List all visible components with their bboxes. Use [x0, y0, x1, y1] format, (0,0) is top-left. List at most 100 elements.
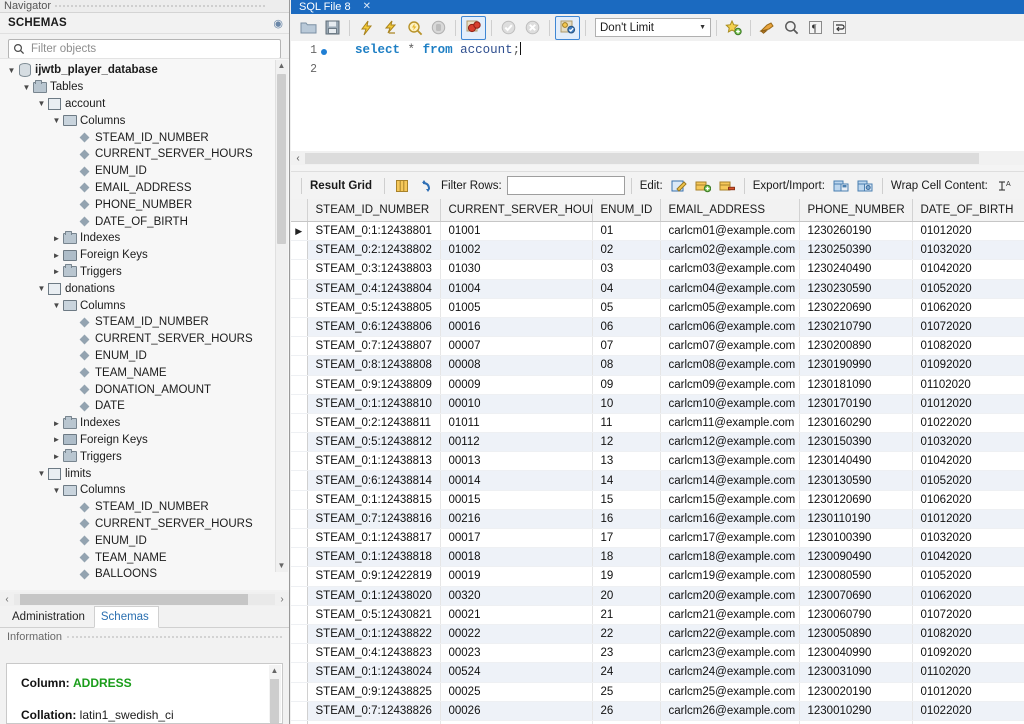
- tree-node-limits[interactable]: ▼limits: [0, 465, 289, 482]
- tree-node-current-server-hours[interactable]: CURRENT_SERVER_HOURS: [0, 146, 289, 163]
- explain-query-icon[interactable]: [403, 17, 426, 39]
- table-cell[interactable]: 1230170190: [799, 394, 912, 413]
- table-cell[interactable]: STEAM_0:5:12430821: [307, 605, 440, 624]
- beautify-query-icon[interactable]: [756, 17, 779, 39]
- tree-twisty-icon[interactable]: ▼: [21, 83, 32, 92]
- table-cell[interactable]: 01042020: [912, 260, 1024, 279]
- table-row[interactable]: STEAM_0:3:124388030103003carlcm03@exampl…: [291, 260, 1024, 279]
- export-recordset-icon[interactable]: [830, 176, 852, 196]
- tree-node-tables[interactable]: ▼Tables: [0, 79, 289, 96]
- table-cell[interactable]: 00018: [440, 548, 592, 567]
- table-cell[interactable]: 01062020: [912, 490, 1024, 509]
- table-cell[interactable]: STEAM_0:7:12438816: [307, 509, 440, 528]
- row-selector[interactable]: [291, 490, 307, 509]
- table-cell[interactable]: 1230210790: [799, 317, 912, 336]
- table-cell[interactable]: carlcm24@example.com: [660, 663, 799, 682]
- tree-twisty-icon[interactable]: ►: [51, 452, 62, 461]
- table-cell[interactable]: STEAM_0:9:12438809: [307, 375, 440, 394]
- table-cell[interactable]: STEAM_0:9:12438825: [307, 682, 440, 701]
- table-cell[interactable]: 15: [592, 490, 660, 509]
- table-cell[interactable]: 05: [592, 298, 660, 317]
- row-selector[interactable]: [291, 337, 307, 356]
- row-selector[interactable]: [291, 471, 307, 490]
- find-icon[interactable]: [780, 17, 803, 39]
- table-cell[interactable]: 01062020: [912, 298, 1024, 317]
- tree-node-enum-id[interactable]: ENUM_ID: [0, 348, 289, 365]
- table-row[interactable]: STEAM_0:7:124388160021616carlcm16@exampl…: [291, 509, 1024, 528]
- editor-code-line[interactable]: select * from account;: [333, 41, 1024, 60]
- table-cell[interactable]: 00320: [440, 586, 592, 605]
- table-cell[interactable]: 01032020: [912, 433, 1024, 452]
- table-cell[interactable]: STEAM_0:2:12438802: [307, 241, 440, 260]
- table-cell[interactable]: carlcm23@example.com: [660, 644, 799, 663]
- execute-current-statement-icon[interactable]: [379, 17, 402, 39]
- table-cell[interactable]: 01011: [440, 413, 592, 432]
- hscroll-track[interactable]: [14, 594, 275, 605]
- toggle-autocommit-icon[interactable]: [555, 16, 580, 40]
- table-cell-null[interactable]: NULL: [440, 720, 592, 724]
- table-cell[interactable]: carlcm07@example.com: [660, 337, 799, 356]
- table-cell[interactable]: 00010: [440, 394, 592, 413]
- table-cell[interactable]: 1230190990: [799, 356, 912, 375]
- table-cell[interactable]: 00112: [440, 433, 592, 452]
- table-cell[interactable]: 01072020: [912, 605, 1024, 624]
- table-row[interactable]: STEAM_0:4:124388230002323carlcm23@exampl…: [291, 644, 1024, 663]
- tree-vertical-scrollbar[interactable]: ▲ ▼: [275, 60, 288, 572]
- table-cell[interactable]: 1230020190: [799, 682, 912, 701]
- tree-horizontal-scrollbar[interactable]: ‹ ›: [0, 592, 289, 606]
- table-row[interactable]: STEAM_0:1:124388170001717carlcm17@exampl…: [291, 529, 1024, 548]
- table-cell[interactable]: 07: [592, 337, 660, 356]
- table-row[interactable]: STEAM_0:6:124388060001606carlcm06@exampl…: [291, 317, 1024, 336]
- tree-node-columns[interactable]: ▼Columns: [0, 112, 289, 129]
- table-cell[interactable]: 23: [592, 644, 660, 663]
- scroll-right-icon[interactable]: ›: [275, 594, 289, 605]
- table-cell[interactable]: 1230260190: [799, 222, 912, 241]
- table-row[interactable]: STEAM_0:4:124388040100404carlcm04@exampl…: [291, 279, 1024, 298]
- tree-node-ijwtb-player-database[interactable]: ▼ijwtb_player_database: [0, 62, 289, 79]
- sidebar-tab-administration[interactable]: Administration: [6, 607, 94, 627]
- tree-twisty-icon[interactable]: ►: [51, 234, 62, 243]
- table-cell[interactable]: carlcm11@example.com: [660, 413, 799, 432]
- info-scroll-thumb[interactable]: [270, 679, 279, 724]
- toggle-invisible-chars-icon[interactable]: ¶: [804, 17, 827, 39]
- table-cell[interactable]: STEAM_0:5:12438812: [307, 433, 440, 452]
- table-cell[interactable]: 01030: [440, 260, 592, 279]
- table-cell[interactable]: 1230080590: [799, 567, 912, 586]
- table-row[interactable]: STEAM_0:7:124388260002626carlcm26@exampl…: [291, 701, 1024, 720]
- table-cell[interactable]: 01012020: [912, 509, 1024, 528]
- table-cell[interactable]: STEAM_0:8:12438808: [307, 356, 440, 375]
- table-cell[interactable]: STEAM_0:1:12438818: [307, 548, 440, 567]
- table-row[interactable]: STEAM_0:1:124388180001818carlcm18@exampl…: [291, 548, 1024, 567]
- table-cell[interactable]: 01042020: [912, 548, 1024, 567]
- tree-node-donations[interactable]: ▼donations: [0, 280, 289, 297]
- row-selector[interactable]: [291, 356, 307, 375]
- table-cell[interactable]: 04: [592, 279, 660, 298]
- table-cell[interactable]: STEAM_0:9:12422819: [307, 567, 440, 586]
- table-cell[interactable]: carlcm14@example.com: [660, 471, 799, 490]
- table-cell[interactable]: 11: [592, 413, 660, 432]
- table-cell[interactable]: 02: [592, 241, 660, 260]
- table-cell[interactable]: 00021: [440, 605, 592, 624]
- table-cell[interactable]: carlcm15@example.com: [660, 490, 799, 509]
- row-selector[interactable]: [291, 567, 307, 586]
- table-cell-null[interactable]: NULL: [799, 720, 912, 724]
- table-cell[interactable]: carlcm04@example.com: [660, 279, 799, 298]
- tree-node-date[interactable]: DATE: [0, 398, 289, 415]
- table-cell[interactable]: 01062020: [912, 586, 1024, 605]
- table-cell[interactable]: carlcm10@example.com: [660, 394, 799, 413]
- row-selector[interactable]: [291, 509, 307, 528]
- tree-node-columns[interactable]: ▼Columns: [0, 482, 289, 499]
- tree-node-balloons[interactable]: BALLOONS: [0, 566, 289, 583]
- table-cell[interactable]: 03: [592, 260, 660, 279]
- table-cell[interactable]: 1230200890: [799, 337, 912, 356]
- table-cell[interactable]: STEAM_0:7:12438826: [307, 701, 440, 720]
- table-cell[interactable]: 1230070690: [799, 586, 912, 605]
- row-selector[interactable]: [291, 701, 307, 720]
- table-row[interactable]: STEAM_0:7:124388070000707carlcm07@exampl…: [291, 337, 1024, 356]
- table-cell[interactable]: 01004: [440, 279, 592, 298]
- table-row[interactable]: STEAM_0:2:124388020100202carlcm02@exampl…: [291, 241, 1024, 260]
- table-row[interactable]: STEAM_0:8:124388080000808carlcm08@exampl…: [291, 356, 1024, 375]
- table-cell[interactable]: 01012020: [912, 682, 1024, 701]
- close-icon[interactable]: ✕: [363, 0, 371, 14]
- table-cell[interactable]: 1230230590: [799, 279, 912, 298]
